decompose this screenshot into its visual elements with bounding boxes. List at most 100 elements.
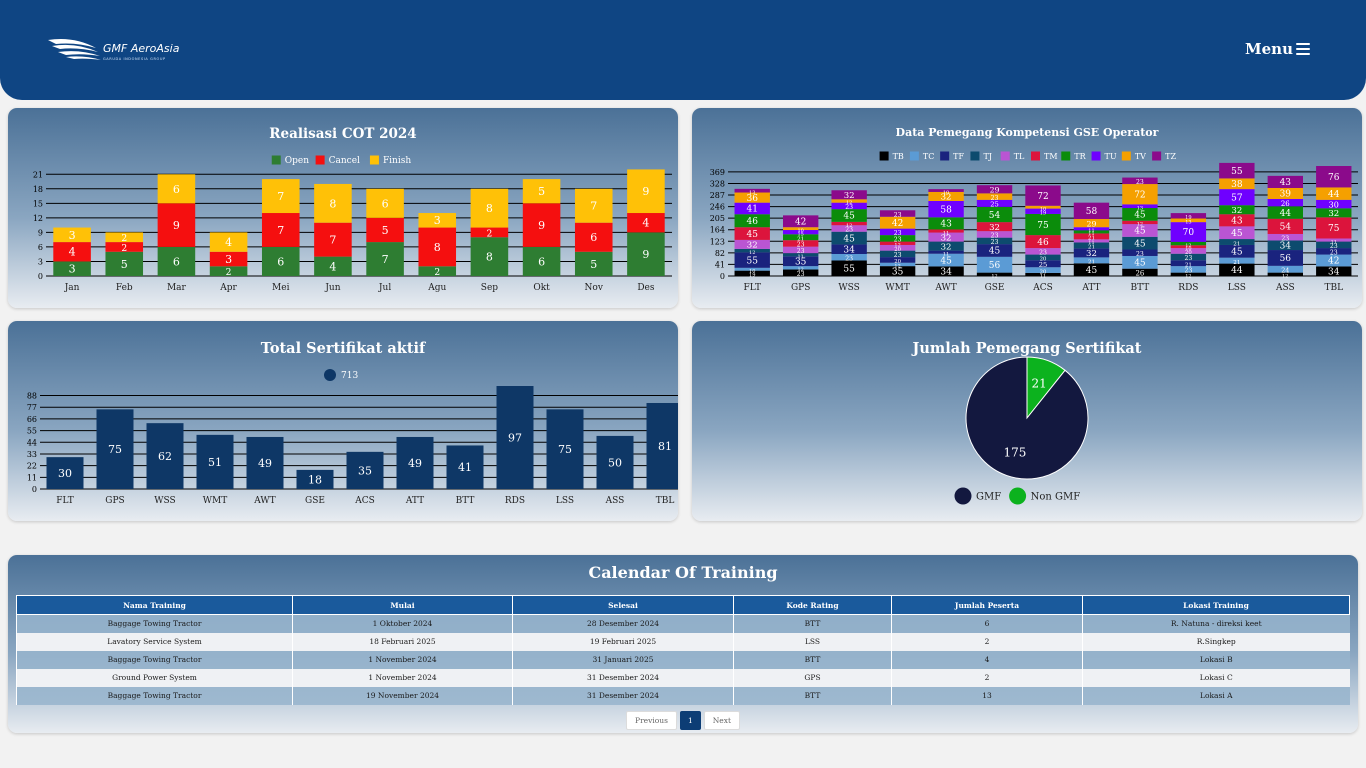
bar-value-label: 29 [990,186,1000,195]
bar-value-label: 75 [1328,224,1340,234]
bar-value-label: 23 [991,195,999,202]
table-cell: Baggage Towing Tractor [16,650,293,669]
bar-value-label: 12 [798,267,804,273]
bar-value-label: 34 [940,267,952,277]
next-page-button[interactable]: Next [703,711,740,730]
bar-value-label: 12 [991,274,997,280]
legend-swatch [970,151,980,161]
bar-value-label: 4 [642,217,649,230]
y-tick-label: 77 [27,403,37,412]
bar-value-label: 7 [382,253,389,266]
column-header[interactable]: Lokasi Training [1082,595,1350,615]
hamburger-icon [1296,43,1310,55]
legend-label: TR [1074,152,1086,161]
legend-label: Non GMF [1031,492,1081,503]
bar-value-label: 3 [225,253,232,266]
bar-value-label: 45 [1134,259,1146,269]
x-tick-label: WMT [203,496,227,506]
bar-value-label: 9 [642,248,649,261]
legend-label: 713 [341,371,358,381]
bar-value-label: 58 [940,205,952,215]
legend-label: TM [1044,152,1058,161]
legend-swatch [1061,151,1071,161]
table-cell: 13 [891,686,1083,705]
bar-value-label: 23 [1184,255,1192,262]
page-1-button[interactable]: 1 [679,711,701,730]
gmf-logo[interactable]: GMF AeroAsia GARUDA INDONESIA GROUP [46,36,180,66]
brand-name: GMF AeroAsia [103,42,180,55]
bar-value-label: 20 [894,259,901,265]
legend-label: GMF [976,492,1001,503]
pagination: Previous 1 Next [8,711,1358,730]
bar-value-label: 54 [1280,223,1292,233]
bar-value-label: 42 [1328,257,1339,267]
menu-button[interactable]: Menu [1245,40,1310,58]
x-tick-label: ASS [1275,283,1295,293]
bar-value-label: 55 [843,264,855,274]
x-tick-label: Jan [64,283,80,293]
x-tick-label: ACS [1032,283,1053,293]
y-tick-label: 123 [710,237,725,246]
bar-value-label: 2 [121,233,127,244]
bar-value-label: 45 [940,256,952,266]
bar-value-label: 6 [173,183,180,196]
bar-value-label: 43 [940,220,952,230]
column-header[interactable]: Jumlah Peserta [891,595,1083,615]
pemegang-pie-chart: 21 175 GMF Non GMF [954,356,1089,505]
table-row[interactable]: Ground Power System 1 November 2024 31 D… [16,668,1350,687]
bar-value-label: 34 [1328,267,1340,277]
bar-value-label: 21 [1185,262,1192,268]
bar-value-label: 23 [991,239,999,246]
x-tick-label: GPS [791,283,810,293]
table-cell: Lokasi C [1082,668,1350,687]
bar-value-label: 2 [434,267,440,278]
y-tick-label: 9 [38,228,43,237]
bar-value-label: 11 [943,230,949,236]
bar-value-label: 26 [1135,270,1144,278]
previous-page-button[interactable]: Previous [626,711,677,730]
y-tick-label: 369 [710,168,725,177]
x-tick-label: ATT [405,496,424,506]
bar-value-label: 55 [747,256,759,266]
bar-value-label: 45 [1134,239,1146,249]
table-cell: Baggage Towing Tractor [16,614,293,633]
y-tick-label: 82 [715,249,725,258]
bar-value-label: 35 [358,464,372,477]
column-header[interactable]: Mulai [292,595,513,615]
bar-value-label: 55 [1231,167,1243,177]
bar-value-label: 41 [458,461,472,474]
bar-value-label: 41 [747,205,758,215]
table-cell: Ground Power System [16,668,293,687]
bar-value-label: 4 [329,260,336,273]
bar-value-label: 4 [225,236,232,249]
y-tick-label: 0 [720,272,725,281]
table-row[interactable]: Lavatory Service System 18 Februari 2025… [16,632,1350,651]
bar-value-label: 23 [845,255,853,262]
legend-label: TB [893,152,904,161]
table-cell: Lokasi B [1082,650,1350,669]
bar-value-label: 7 [277,190,284,203]
column-header[interactable]: Nama Training [16,595,293,615]
bar-value-label: 45 [1086,266,1098,276]
bar-value-label: 21 [1233,260,1240,266]
column-header[interactable]: Selesai [512,595,734,615]
table-row[interactable]: Baggage Towing Tractor 1 November 2024 3… [16,650,1350,669]
table-cell: 19 Februari 2025 [512,632,734,651]
bar-value-label: 20 [1040,257,1047,263]
table-cell: 1 November 2024 [292,668,513,687]
x-tick-label: Jul [378,283,391,293]
bar-value-label: 23 [1136,251,1144,258]
bar-value-label: 32 [941,242,952,252]
bar-value-label: 43 [1231,217,1243,227]
x-tick-label: Apr [219,283,237,293]
y-tick-label: 246 [710,203,725,212]
table-row[interactable]: Baggage Towing Tractor 1 Oktober 2024 28… [16,614,1350,633]
x-tick-label: WSS [838,283,859,293]
bar-value-label: 45 [1231,248,1243,258]
x-tick-label: AWT [253,496,275,506]
column-header[interactable]: Kode Rating [733,595,892,615]
legend-swatch [324,369,336,381]
table-row[interactable]: Baggage Towing Tractor 19 November 2024 … [16,686,1350,705]
bar-value-label: 57 [1231,193,1243,203]
x-tick-label: RDS [505,496,525,506]
